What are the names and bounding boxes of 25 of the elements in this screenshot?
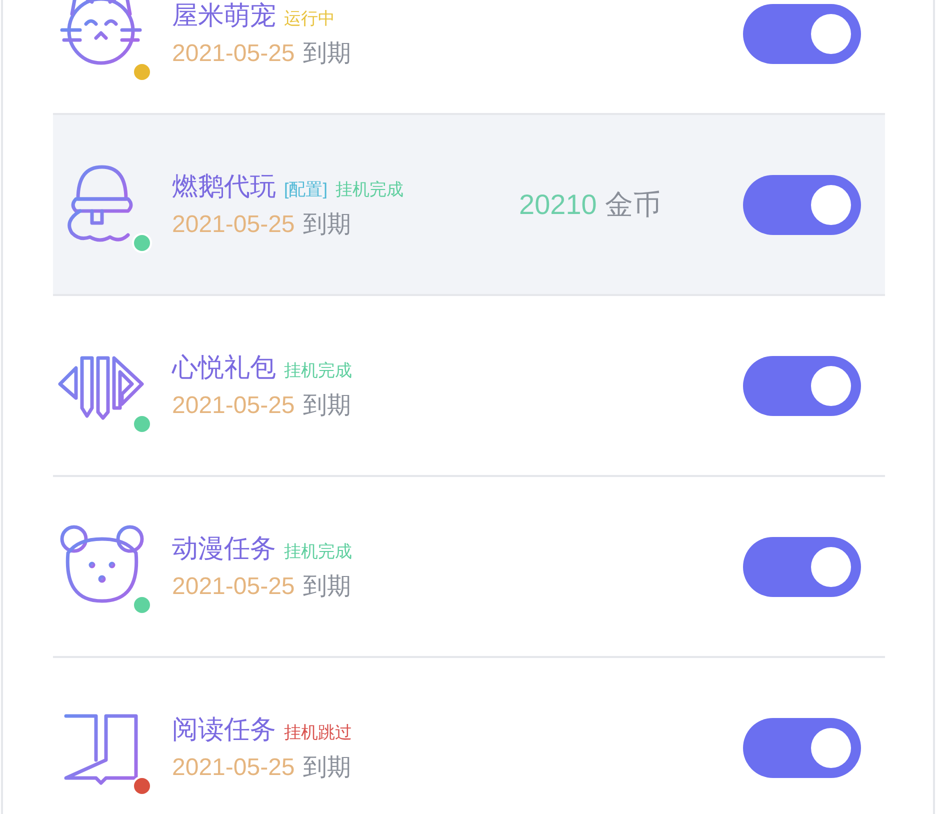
expiry-label: 到期 — [302, 42, 351, 66]
task-title: 阅读任务 — [172, 716, 276, 742]
expiry-date: 2021-05-25 — [172, 756, 295, 780]
task-title: 燃鹅代玩 — [172, 172, 276, 198]
status-tag: 运行中 — [284, 10, 335, 26]
coin-unit: 金币 — [604, 190, 661, 218]
expiry-date: 2021-05-25 — [172, 212, 295, 236]
expiry-label: 到期 — [302, 574, 351, 598]
expiry-date: 2021-05-25 — [172, 574, 295, 598]
expiry-label: 到期 — [302, 394, 351, 418]
status-tag: 挂机完成 — [335, 180, 404, 198]
expiry-date: 2021-05-25 — [172, 394, 295, 418]
task-title: 屋米萌宠 — [172, 2, 276, 28]
task-row[interactable]: 燃鹅代玩 [配置] 挂机完成 2021-05-25 到期 20210 金币 — [53, 115, 885, 296]
status-tag: 挂机完成 — [284, 542, 352, 560]
task-title: 心悦礼包 — [172, 354, 276, 380]
task-title: 动漫任务 — [172, 534, 276, 560]
coin-count: 20210 — [519, 190, 597, 218]
status-tag: 挂机完成 — [284, 362, 352, 378]
task-row[interactable]: 屋米萌宠 运行中 2021-05-25 到期 — [53, 0, 885, 115]
expiry-date: 2021-05-25 — [172, 42, 295, 66]
expiry-label: 到期 — [302, 756, 351, 780]
status-tag: 挂机跳过 — [284, 724, 352, 740]
status-tag: [配置] — [284, 180, 328, 198]
expiry-label: 到期 — [302, 212, 351, 236]
